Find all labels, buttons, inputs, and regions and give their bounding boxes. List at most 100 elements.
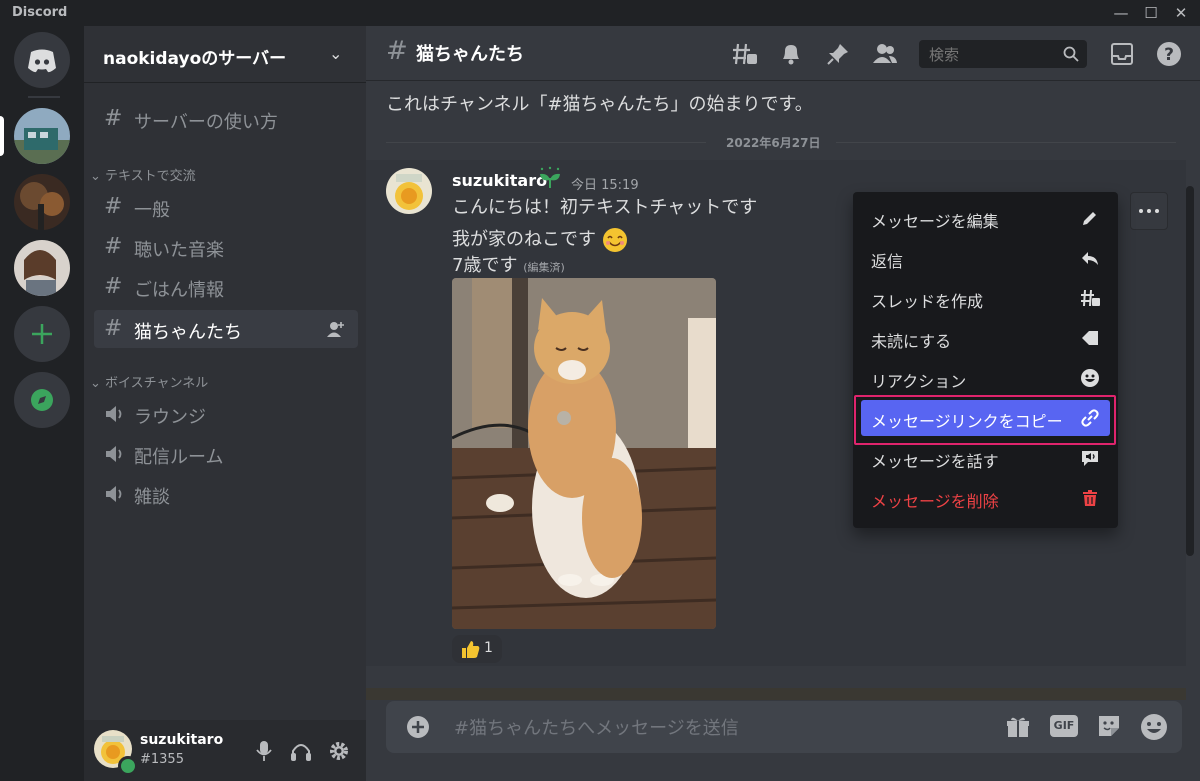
menu-item-label: リアクション xyxy=(871,372,967,391)
search-icon xyxy=(1063,46,1079,62)
channel-label: サーバーの使い方 xyxy=(134,112,278,133)
edited-label: (編集済) xyxy=(523,261,565,274)
server-icon-train[interactable] xyxy=(14,108,70,164)
avatar[interactable] xyxy=(386,168,432,214)
user-name: suzukitaro xyxy=(140,732,224,748)
menu-item-speak-message[interactable]: メッセージを話す xyxy=(861,440,1110,476)
threads-icon[interactable] xyxy=(732,42,758,66)
message-author[interactable]: suzukitaro xyxy=(452,171,547,190)
chevron-down-icon[interactable]: ⌄ xyxy=(329,44,342,63)
attached-cat-photo[interactable] xyxy=(452,278,716,629)
hash-icon: # xyxy=(104,234,123,259)
gift-icon[interactable] xyxy=(1006,715,1030,739)
search-input[interactable] xyxy=(927,44,1061,66)
voice-channel-lounge[interactable]: ラウンジ xyxy=(94,395,358,433)
menu-item-label: 返信 xyxy=(871,252,904,271)
selected-server-indicator xyxy=(0,116,4,156)
maximize-icon[interactable]: ☐ xyxy=(1136,3,1166,23)
message-timestamp: 今日 15:19 xyxy=(571,178,639,193)
server-name: naokidayoのサーバー xyxy=(103,49,287,69)
date-divider-line xyxy=(386,142,706,143)
message-text: 我が家のねこです xyxy=(452,229,596,250)
voice-channel-chat[interactable]: 雑談 xyxy=(94,475,358,513)
server-icon-person[interactable] xyxy=(14,240,70,296)
rail-divider xyxy=(28,96,60,98)
channel-item-cats[interactable]: # 猫ちゃんたち xyxy=(94,310,358,348)
close-icon[interactable]: ✕ xyxy=(1166,3,1196,23)
voice-channel-stream[interactable]: 配信ルーム xyxy=(94,435,358,473)
reaction-thumbs-up[interactable]: 1 xyxy=(452,635,502,663)
headphones-icon[interactable] xyxy=(290,740,312,762)
date-divider-line xyxy=(836,142,1176,143)
channel-item-guide[interactable]: # サーバーの使い方 xyxy=(94,100,358,138)
menu-item-reaction[interactable]: リアクション xyxy=(861,360,1110,396)
more-options-button[interactable] xyxy=(1130,192,1168,230)
sticker-icon[interactable] xyxy=(1096,713,1122,739)
pencil-icon xyxy=(1083,212,1096,225)
title-bar: Discord — ☐ ✕ xyxy=(0,0,1200,26)
message-input[interactable] xyxy=(452,715,936,741)
highlight-frame xyxy=(854,395,1116,445)
hash-icon: # xyxy=(104,106,123,131)
message-composer[interactable]: GIF xyxy=(386,701,1182,753)
user-tag: #1355 xyxy=(140,752,184,767)
speak-icon xyxy=(1082,451,1098,466)
category-text[interactable]: ⌄ テキストで交流 xyxy=(90,165,196,184)
online-status-icon xyxy=(118,756,138,776)
bell-icon[interactable] xyxy=(780,42,802,66)
gear-icon[interactable] xyxy=(328,740,350,762)
member-list-icon[interactable] xyxy=(872,42,898,66)
channel-welcome: これはチャンネル「#猫ちゃんたち」の始まりです。 xyxy=(386,94,813,115)
discord-home-icon[interactable] xyxy=(14,32,70,88)
add-attachment-icon[interactable] xyxy=(406,715,430,739)
category-label: ボイスチャンネル xyxy=(105,376,209,391)
explore-compass-icon[interactable] xyxy=(14,372,70,428)
scrollbar[interactable] xyxy=(1186,186,1194,556)
hash-icon: # xyxy=(104,274,123,299)
speaker-icon xyxy=(106,486,122,502)
server-header[interactable]: naokidayoのサーバー ⌄ xyxy=(84,26,366,83)
thumbs-up-icon xyxy=(462,641,480,658)
channel-label: ラウンジ xyxy=(134,407,206,428)
microphone-icon[interactable] xyxy=(256,740,272,762)
channel-item-music[interactable]: # 聴いた音楽 xyxy=(94,228,358,266)
server-icon-forest[interactable] xyxy=(14,174,70,230)
date-divider: 2022年6月27日 xyxy=(718,134,829,151)
help-icon[interactable]: ? xyxy=(1156,41,1182,67)
channel-label: 雑談 xyxy=(134,487,170,508)
menu-item-mark-unread[interactable]: 未読にする xyxy=(861,320,1110,356)
channel-sidebar: naokidayoのサーバー ⌄ # サーバーの使い方 ⌄ テキストで交流 # … xyxy=(84,26,366,781)
minimize-icon[interactable]: — xyxy=(1106,3,1136,23)
menu-item-label: メッセージを編集 xyxy=(871,212,999,231)
message-text: 7歳です xyxy=(452,255,518,276)
smiling-emoji-icon xyxy=(602,228,627,252)
reply-preview-bar xyxy=(366,688,1186,700)
trash-icon xyxy=(1083,490,1097,506)
category-voice[interactable]: ⌄ ボイスチャンネル xyxy=(90,372,208,391)
ellipsis-icon xyxy=(1139,209,1159,213)
menu-item-label: 未読にする xyxy=(871,332,952,351)
pin-icon[interactable] xyxy=(826,42,850,66)
add-server-icon[interactable] xyxy=(14,306,70,362)
message-text: こんにちは！初テキストチャットです xyxy=(452,197,758,218)
channel-item-general[interactable]: # 一般 xyxy=(94,188,358,226)
menu-item-reply[interactable]: 返信 xyxy=(861,240,1110,276)
sprout-badge-icon xyxy=(540,166,560,188)
reply-icon xyxy=(1082,252,1098,265)
hash-icon: # xyxy=(104,194,123,219)
channel-label: 一般 xyxy=(134,200,170,221)
search-box[interactable] xyxy=(919,40,1087,68)
menu-item-label: スレッドを作成 xyxy=(871,292,984,311)
channel-item-food[interactable]: # ごはん情報 xyxy=(94,268,358,306)
menu-item-label: メッセージを話す xyxy=(871,452,999,471)
emoji-picker-icon[interactable] xyxy=(1140,713,1168,741)
gif-button[interactable]: GIF xyxy=(1050,715,1078,737)
menu-item-delete-message[interactable]: メッセージを削除 xyxy=(861,480,1110,516)
menu-item-create-thread[interactable]: スレッドを作成 xyxy=(861,280,1110,316)
inbox-icon[interactable] xyxy=(1110,42,1134,66)
channel-label: ごはん情報 xyxy=(134,280,224,301)
menu-item-edit-message[interactable]: メッセージを編集 xyxy=(861,200,1110,236)
reaction-count: 1 xyxy=(484,640,493,656)
invite-member-icon[interactable] xyxy=(326,320,346,338)
category-label: テキストで交流 xyxy=(105,169,196,184)
